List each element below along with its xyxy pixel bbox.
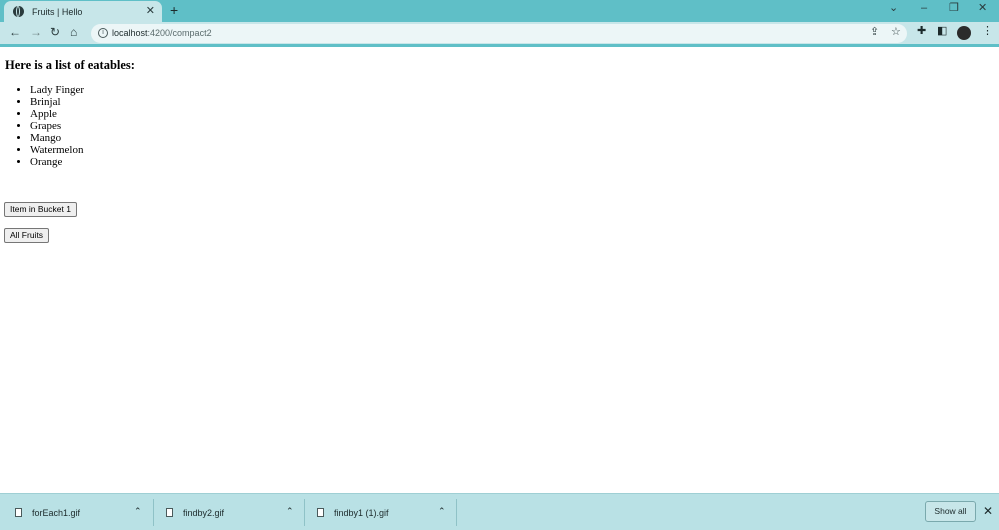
forward-icon[interactable]: →	[30, 26, 42, 38]
file-icon	[317, 508, 324, 517]
all-fruits-button[interactable]: All Fruits	[4, 228, 50, 243]
list-item: Grapes	[30, 120, 84, 132]
download-filename: forEach1.gif	[32, 507, 81, 518]
url-host: localhost	[112, 28, 148, 38]
eatables-list: Lady Finger Brinjal Apple Grapes Mango W…	[30, 84, 84, 168]
extensions-icon[interactable]: ✚	[917, 26, 926, 37]
back-icon[interactable]: ←	[9, 26, 21, 38]
chevron-up-icon[interactable]: ⌃	[134, 507, 142, 516]
tab-search-icon[interactable]: ⌄	[889, 3, 898, 14]
list-item: Lady Finger	[30, 84, 84, 96]
close-icon[interactable]: ✕	[146, 6, 155, 17]
chevron-up-icon[interactable]: ⌃	[438, 507, 446, 516]
show-all-button[interactable]: Show all	[925, 501, 976, 522]
file-icon	[166, 508, 173, 517]
item-in-bucket-button[interactable]: Item in Bucket 1	[4, 202, 77, 217]
sidebar-icon[interactable]: ◧	[937, 26, 947, 37]
page-content: Here is a list of eatables: Lady Finger …	[0, 47, 999, 493]
browser-toolbar: ← → ↻ ⌂ i localhost:4200/compact2 ⇪ ☆ ✚ …	[0, 22, 999, 44]
share-icon[interactable]: ⇪	[870, 27, 879, 38]
download-separator	[153, 499, 154, 526]
reload-icon[interactable]: ↻	[50, 26, 60, 38]
chevron-up-icon[interactable]: ⌃	[286, 507, 294, 516]
url-path: :4200/compact2	[147, 28, 212, 38]
window-close-icon[interactable]: ✕	[978, 3, 987, 14]
new-tab-button[interactable]: +	[170, 3, 178, 17]
download-filename: findby1 (1).gif	[334, 507, 389, 518]
close-icon[interactable]: ✕	[983, 505, 993, 517]
tab-title: Fruits | Hello	[32, 6, 83, 17]
page-heading: Here is a list of eatables:	[5, 58, 135, 72]
download-shelf: forEach1.gif ⌃ findby2.gif ⌃ findby1 (1)…	[0, 493, 999, 530]
browser-tab[interactable]: Fruits | Hello ✕	[4, 1, 162, 22]
menu-icon[interactable]: ⋮	[982, 26, 993, 37]
profile-avatar[interactable]	[957, 26, 971, 40]
list-item: Watermelon	[30, 144, 84, 156]
star-icon[interactable]: ☆	[891, 27, 901, 38]
download-separator	[456, 499, 457, 526]
info-icon[interactable]: i	[98, 28, 108, 38]
list-item: Apple	[30, 108, 84, 120]
list-item: Orange	[30, 156, 84, 168]
download-filename: findby2.gif	[183, 507, 225, 518]
restore-icon[interactable]: ❐	[949, 3, 959, 14]
address-bar[interactable]: i localhost:4200/compact2 ⇪ ☆	[91, 24, 907, 43]
download-item[interactable]: findby2.gif	[166, 494, 224, 530]
tab-strip: Fruits | Hello ✕ + ⌄ – ❐ ✕	[0, 0, 999, 22]
url-text[interactable]: localhost:4200/compact2	[112, 28, 212, 38]
download-item[interactable]: forEach1.gif	[15, 494, 80, 530]
minimize-icon[interactable]: –	[921, 3, 927, 14]
home-icon[interactable]: ⌂	[70, 26, 77, 38]
file-icon	[15, 508, 22, 517]
list-item: Mango	[30, 132, 84, 144]
download-separator	[304, 499, 305, 526]
globe-icon	[13, 6, 24, 17]
download-item[interactable]: findby1 (1).gif	[317, 494, 389, 530]
list-item: Brinjal	[30, 96, 84, 108]
